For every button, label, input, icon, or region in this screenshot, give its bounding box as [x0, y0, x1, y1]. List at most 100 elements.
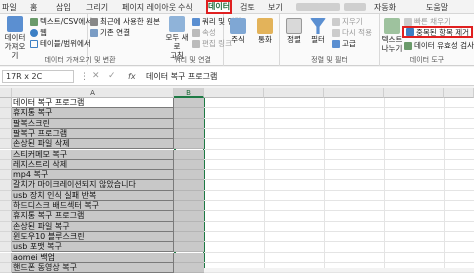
- cell-a[interactable]: 스티커메모 복구: [12, 149, 174, 160]
- row-header[interactable]: [0, 190, 12, 201]
- cell-a[interactable]: aomei 백업: [12, 252, 174, 263]
- worksheet-grid[interactable]: A B 데이터 복구 프로그램 휴지통 복구 팔복스크린 팔복구 프로그램 손상된 파일…: [0, 88, 474, 273]
- from-table-range-button[interactable]: 테이블/범위에서: [30, 38, 91, 49]
- cell-b[interactable]: [174, 128, 204, 140]
- formula-input[interactable]: 데이터 복구 프로그램: [146, 71, 217, 82]
- cell-b[interactable]: [174, 118, 204, 129]
- cell-b[interactable]: [174, 108, 204, 119]
- cell-b[interactable]: [174, 201, 204, 212]
- gridline: [444, 98, 445, 268]
- refresh-all-button[interactable]: 모두 새로 고침: [164, 16, 190, 60]
- select-all-corner[interactable]: [0, 88, 12, 98]
- tab-2[interactable]: 삽입: [56, 2, 71, 13]
- column-header[interactable]: [384, 88, 444, 98]
- gridline: [264, 98, 265, 268]
- tab-3[interactable]: 그리기: [86, 2, 108, 13]
- cell-b[interactable]: [174, 159, 204, 171]
- cell-b[interactable]: [174, 242, 204, 253]
- row-header[interactable]: [0, 242, 12, 253]
- cell-a[interactable]: 레지스트리 삭제: [12, 159, 174, 171]
- cell-a[interactable]: mp4 복구: [12, 170, 174, 181]
- filter-button[interactable]: 필터: [308, 18, 328, 44]
- tab-9[interactable]: 자동화: [374, 2, 396, 13]
- filter-label: 필터: [311, 35, 325, 44]
- row-header[interactable]: [0, 231, 12, 243]
- cell-b[interactable]: [174, 98, 204, 109]
- cell-a[interactable]: 손상된 파일 삭제: [12, 139, 174, 150]
- cell-a[interactable]: usb 포맷 복구: [12, 242, 174, 253]
- stocks-button[interactable]: 주식: [226, 18, 250, 44]
- row-header[interactable]: [0, 98, 12, 109]
- group-get-transform: 데이터 가져오기 텍스트/CSV에서 웹 테이블/범위에서 데이터 가져오기 및…: [0, 14, 116, 66]
- row-header[interactable]: [0, 180, 12, 191]
- from-web-button[interactable]: 웹: [30, 27, 47, 38]
- from-text-csv-button[interactable]: 텍스트/CSV에서: [30, 16, 92, 27]
- column-header[interactable]: [264, 88, 324, 98]
- tab-5[interactable]: 수식: [178, 2, 193, 13]
- cell-b[interactable]: [174, 211, 204, 222]
- cell-a[interactable]: 윈도우10 블루스크린: [12, 231, 174, 243]
- row-header[interactable]: [0, 149, 12, 160]
- group-get-transform-2: 최근에 사용한 원본 기존 연결: [88, 14, 162, 66]
- existing-connections-button[interactable]: 기존 연결: [90, 27, 130, 38]
- database-icon: [7, 16, 23, 32]
- cancel-icon[interactable]: ✕: [92, 71, 100, 81]
- properties-label: 속성: [202, 28, 216, 37]
- cell-b[interactable]: [174, 231, 204, 243]
- column-header-a[interactable]: A: [12, 88, 174, 98]
- cell-a[interactable]: 휴지통 복구: [12, 108, 174, 119]
- row-header[interactable]: [0, 118, 12, 129]
- cell-b[interactable]: [174, 180, 204, 191]
- row-header[interactable]: [0, 159, 12, 171]
- get-data-button[interactable]: 데이터 가져오기: [2, 16, 28, 60]
- cell-a[interactable]: 손상된 파일 복구: [12, 221, 174, 232]
- reapply-button[interactable]: 다시 적용: [332, 27, 372, 38]
- tab-6[interactable]: 데이터: [206, 0, 232, 14]
- row-header[interactable]: [0, 221, 12, 232]
- currency-button[interactable]: 통화: [252, 18, 278, 44]
- cell-a[interactable]: 휴지통 복구 프로그램: [12, 211, 174, 222]
- row-header[interactable]: [0, 211, 12, 222]
- properties-button[interactable]: 속성: [192, 27, 216, 38]
- tab-8[interactable]: 보기: [268, 2, 283, 13]
- row-header[interactable]: [0, 128, 12, 140]
- cell-a[interactable]: 데이터 복구 프로그램: [12, 98, 174, 109]
- tab-4[interactable]: 페이지 레이아웃: [122, 2, 176, 13]
- tab-10[interactable]: 도움말: [426, 2, 448, 13]
- cell-a[interactable]: usb 장치 인식 실패 반복: [12, 190, 174, 201]
- cell-b[interactable]: [174, 252, 204, 263]
- cell-b[interactable]: [174, 221, 204, 232]
- remove-duplicates-button[interactable]: 중복된 항목 제거: [402, 26, 474, 38]
- column-header[interactable]: [444, 88, 474, 98]
- row-header[interactable]: [0, 108, 12, 119]
- recent-sources-button[interactable]: 최근에 사용한 원본: [90, 16, 160, 27]
- row-header[interactable]: [0, 201, 12, 212]
- cell-a[interactable]: 하드디스크 배드섹터 복구: [12, 201, 174, 212]
- row-header[interactable]: [0, 139, 12, 150]
- tab-0[interactable]: 파일: [2, 2, 17, 13]
- cell-a[interactable]: 팔복구 프로그램: [12, 128, 174, 140]
- sort-label: 정렬: [287, 35, 301, 44]
- cell-b[interactable]: [174, 149, 204, 160]
- text-to-columns-button[interactable]: 텍스트 나누기: [381, 18, 403, 53]
- cell-b[interactable]: [174, 170, 204, 181]
- advanced-button[interactable]: 고급: [332, 38, 356, 49]
- data-validation-button[interactable]: 데이터 유효성 검사: [404, 40, 474, 51]
- sort-button[interactable]: 정렬: [284, 18, 304, 44]
- column-header[interactable]: [204, 88, 264, 98]
- row-header[interactable]: [0, 170, 12, 181]
- column-header-b[interactable]: B: [174, 88, 204, 98]
- from-text-csv-label: 텍스트/CSV에서: [40, 17, 93, 26]
- tab-1[interactable]: 홈: [30, 2, 37, 13]
- row-header[interactable]: [0, 252, 12, 263]
- enter-icon[interactable]: ✓: [108, 71, 116, 81]
- cell-b[interactable]: [174, 139, 204, 150]
- insert-function-icon[interactable]: fx: [128, 72, 136, 81]
- name-box[interactable]: 17R x 2C: [2, 70, 74, 83]
- cell-a[interactable]: 갈치가 마이크레이션되지 않았습니다: [12, 180, 174, 191]
- tab-7[interactable]: 검토: [240, 2, 255, 13]
- clear-button[interactable]: 지우기: [332, 16, 363, 27]
- column-header[interactable]: [324, 88, 384, 98]
- cell-a[interactable]: 팔복스크린: [12, 118, 174, 129]
- cell-b[interactable]: [174, 190, 204, 201]
